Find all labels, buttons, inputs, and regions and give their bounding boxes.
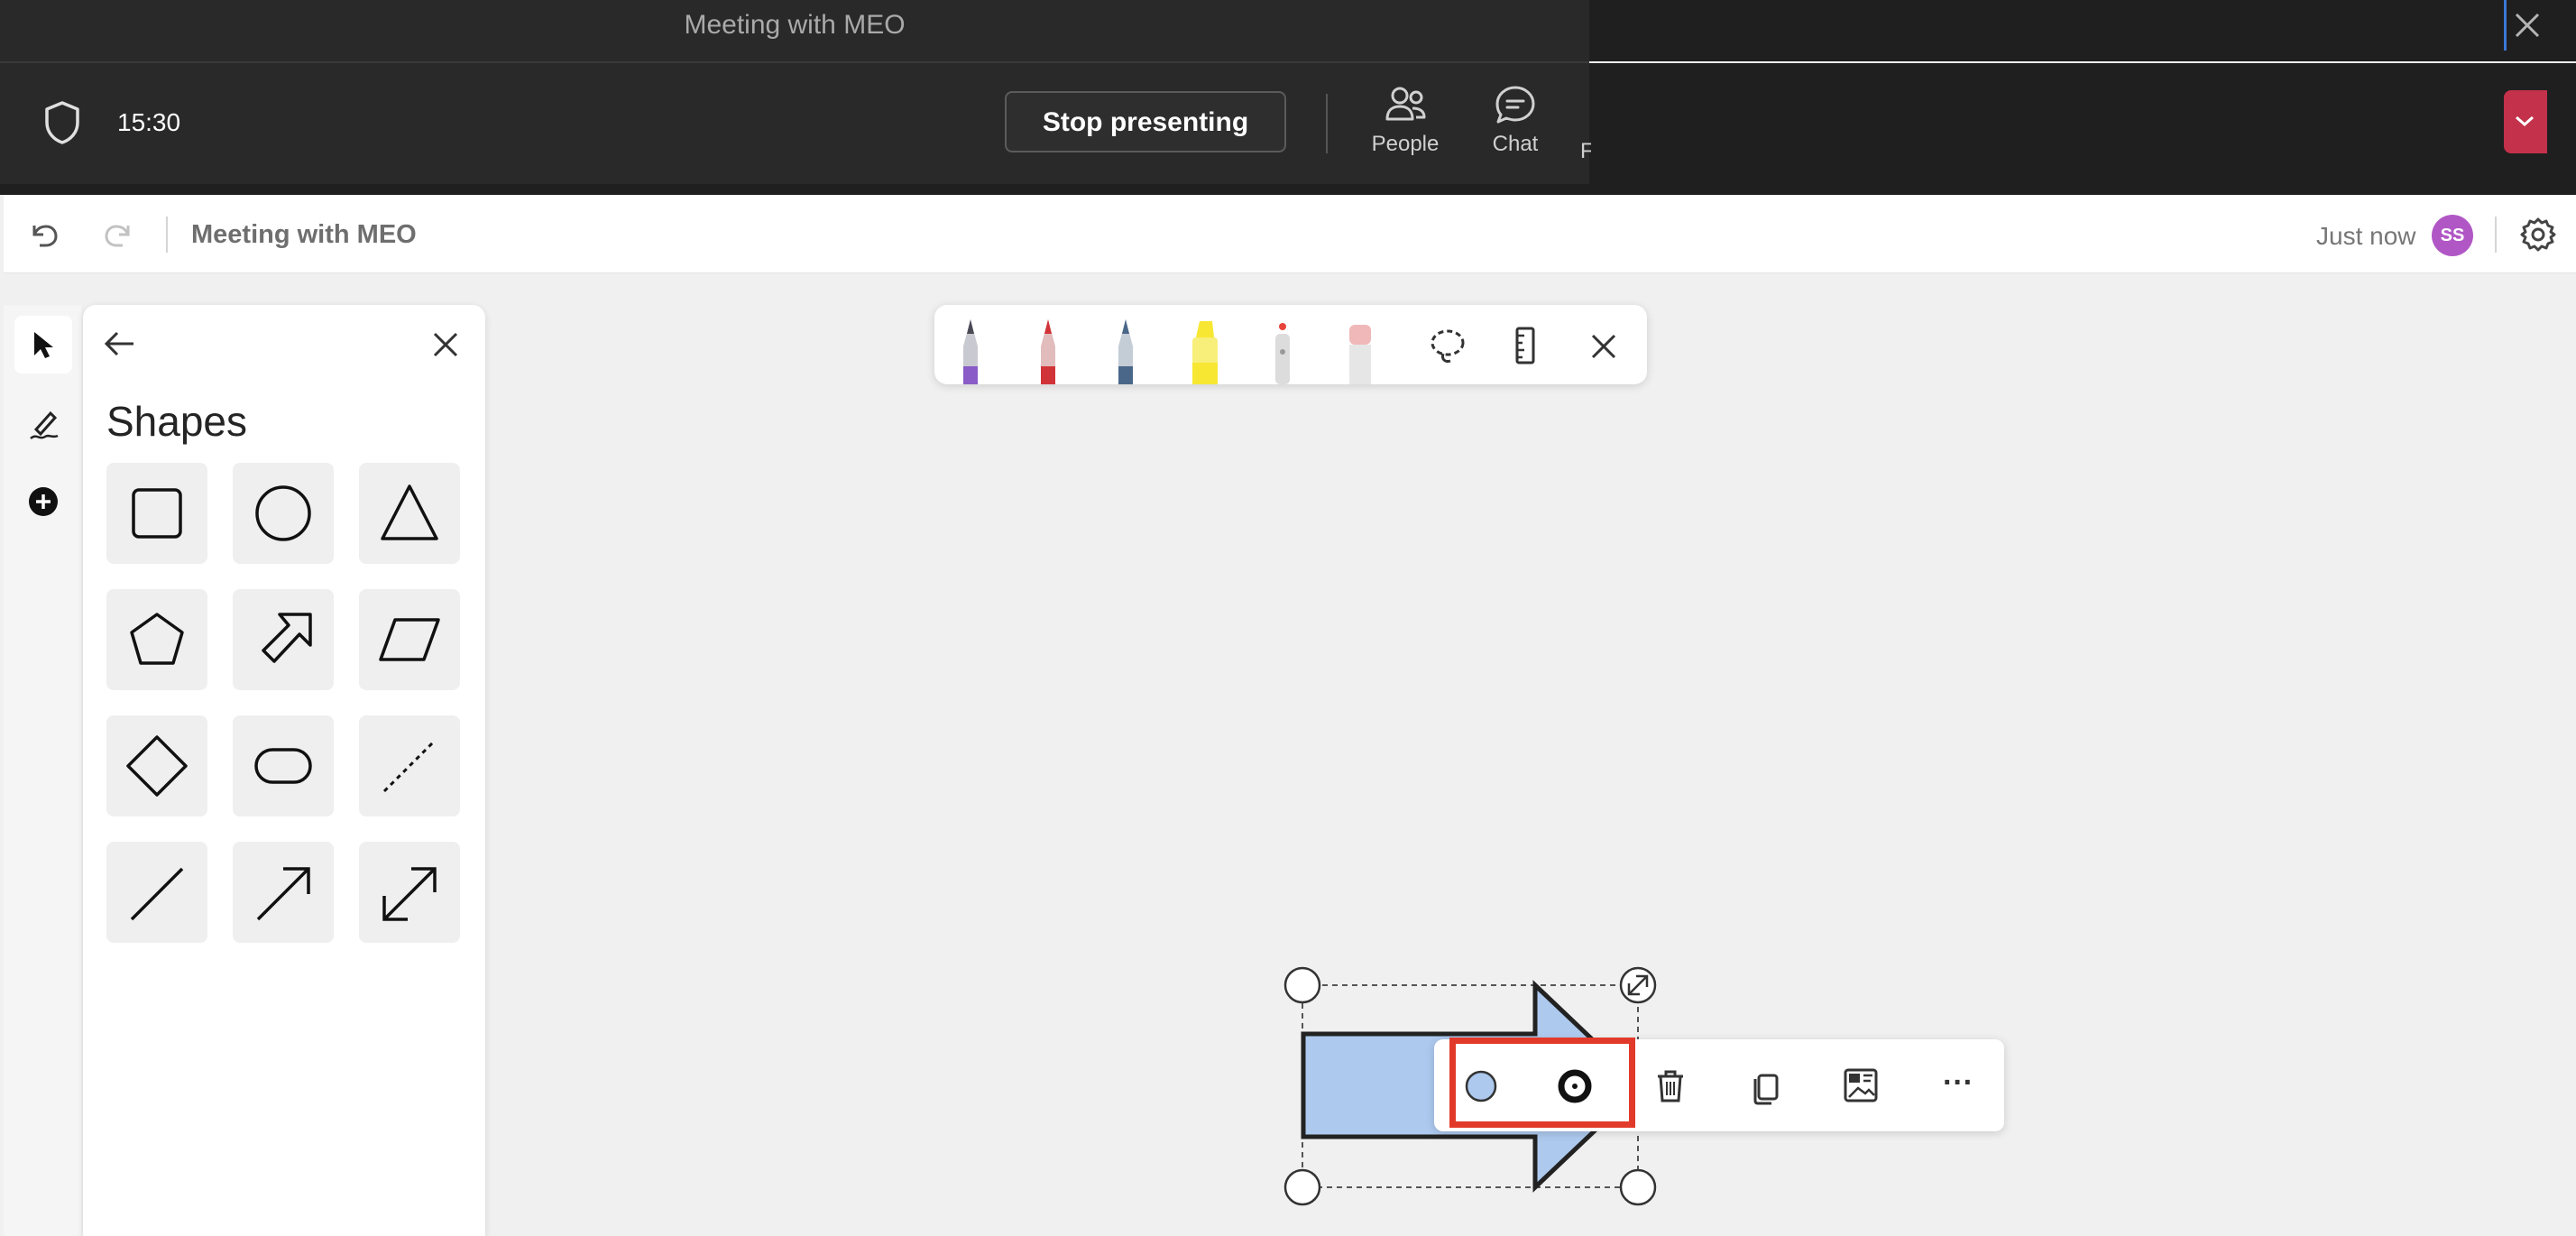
shield-icon [41,99,83,146]
chat-button[interactable]: Chat [1479,83,1551,166]
shape-square[interactable] [106,463,207,564]
back-arrow-icon[interactable] [101,325,139,363]
double-arrow-icon [382,867,437,921]
blue-pen-icon[interactable] [1108,316,1144,384]
eraser-icon[interactable] [1340,321,1380,384]
image-card-icon[interactable] [1840,1065,1881,1106]
shape-arrow[interactable] [233,842,334,943]
shape-parallelogram[interactable] [359,589,460,690]
cursor-icon [14,316,72,374]
purple-pen-icon[interactable] [952,316,989,384]
dashed-line-icon [382,739,437,793]
people-label: People [1371,132,1440,156]
truncated-tool-label: F [1580,139,1591,163]
save-status: Just now [2316,222,2416,250]
close-window-icon[interactable] [2507,5,2547,45]
gear-icon[interactable] [2518,215,2558,254]
more-options-button[interactable]: ··· [1936,1065,1981,1104]
plus-circle-icon [14,473,72,530]
rounded-rectangle-icon [254,748,312,784]
triangle-icon [381,484,438,540]
window-divider [0,184,2576,195]
ruler-icon[interactable] [1504,325,1546,366]
shape-triangle[interactable] [359,463,460,564]
shape-pentagon[interactable] [106,589,207,690]
titlebar-accent-line [2504,0,2507,51]
meeting-controls-bar [0,63,1589,184]
titlebar-right-region [1589,0,2576,61]
shape-circle[interactable] [233,463,334,564]
meeting-controls-right [1589,63,2576,184]
whiteboard-title: Meeting with MEO [191,220,417,249]
people-icon [1382,83,1429,128]
circle-icon [255,485,311,541]
toolbar-divider [1326,94,1328,153]
window-title: Meeting with MEO [684,10,906,40]
header-divider [166,217,168,253]
leave-dropdown-button[interactable] [2504,90,2547,153]
inking-tool-button[interactable] [14,393,72,451]
block-arrow-icon [262,613,312,663]
stop-presenting-button[interactable]: Stop presenting [1005,91,1286,152]
highlight-annotation [1449,1038,1635,1128]
yellow-highlighter-icon[interactable] [1185,316,1225,384]
shapes-panel-title: Shapes [106,398,248,445]
pentagon-icon [130,613,184,665]
pen-toolbar [934,305,1647,384]
shape-dashed-line[interactable] [359,715,460,816]
chat-icon [1493,83,1538,128]
meeting-timer: 15:30 [117,108,181,136]
undo-icon[interactable] [25,217,61,253]
window-titlebar: Meeting with MEO [0,0,1589,63]
line-icon [130,867,184,921]
parallelogram-icon [379,618,440,661]
people-button[interactable]: People [1367,83,1443,166]
shape-block-arrow[interactable] [233,589,334,690]
chevron-down-icon [2513,112,2547,130]
diamond-icon [126,735,188,797]
arrow-icon [256,867,310,921]
delete-icon[interactable] [1651,1066,1690,1106]
close-panel-icon[interactable] [428,327,464,363]
avatar[interactable]: SS [2432,215,2473,256]
duplicate-icon[interactable] [1746,1066,1786,1106]
shape-double-arrow[interactable] [359,842,460,943]
redo-icon[interactable] [101,217,137,253]
shape-line[interactable] [106,842,207,943]
square-icon [132,488,182,539]
close-toolbar-icon[interactable] [1586,328,1622,364]
shape-rounded-rectangle[interactable] [233,715,334,816]
shape-diamond[interactable] [106,715,207,816]
laser-pointer-icon[interactable] [1265,321,1301,384]
lasso-select-icon[interactable] [1427,325,1468,366]
red-pen-icon[interactable] [1030,316,1066,384]
pen-signature-icon [14,393,72,455]
chat-label: Chat [1492,132,1539,156]
header-divider-right [2495,217,2497,253]
insert-button[interactable] [14,473,72,530]
select-tool-button[interactable] [14,316,72,374]
